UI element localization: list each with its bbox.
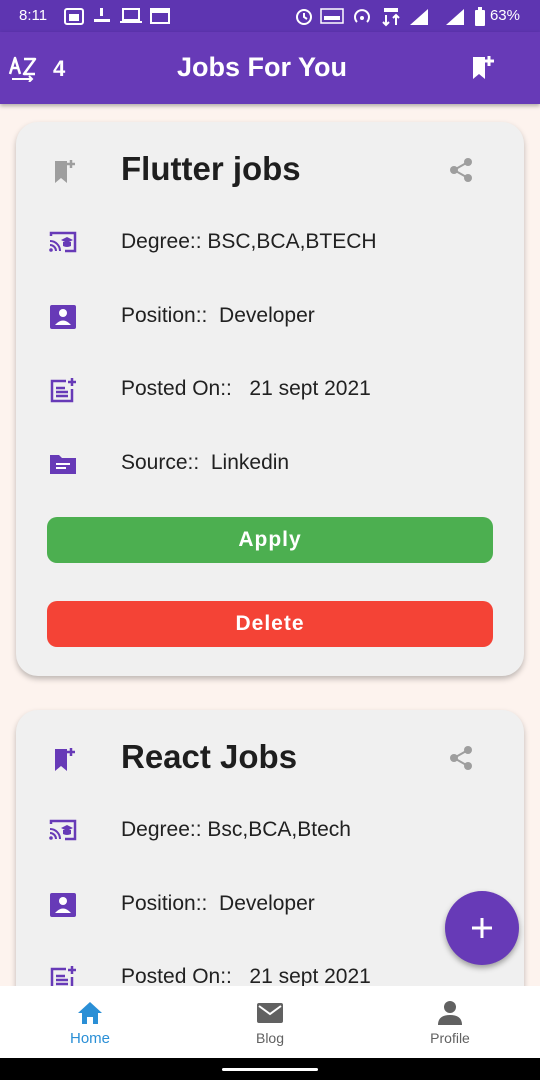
job-title: Flutter jobs: [121, 150, 301, 187]
4g-icon: [382, 8, 400, 27]
source-row: Source:: Linkedin: [16, 443, 524, 483]
nav-home-label: Home: [69, 1030, 110, 1047]
hotspot-icon: [354, 9, 370, 23]
cast-for-education-icon: [49, 819, 77, 841]
job-card: React Jobs Degree:: Bsc,BCA,Btech Positi…: [16, 710, 524, 986]
bookmark-add-icon[interactable]: [54, 746, 76, 772]
nav-blog-label: Blog: [255, 1030, 285, 1046]
job-title: React Jobs: [121, 738, 298, 775]
posted-on-label: Posted On:: 21 sept 2021: [121, 965, 371, 986]
nav-profile[interactable]: Profile: [360, 986, 540, 1058]
status-bar: 8:11 63%: [0, 0, 540, 32]
degree-label: Degree:: BSC,BCA,BTECH: [121, 230, 377, 253]
job-card: Flutter jobs Degree:: BSC,BCA,BTECH Posi…: [16, 122, 524, 676]
account-box-icon: [50, 893, 76, 917]
nav-home[interactable]: Home: [0, 986, 180, 1058]
share-icon[interactable]: [447, 744, 475, 772]
cast-for-education-icon: [49, 231, 77, 253]
post-add-icon: [50, 966, 76, 986]
app-bar: 4 Jobs For You: [0, 32, 540, 104]
account-box-icon: [50, 305, 76, 329]
mail-icon: [257, 1003, 283, 1023]
delete-button[interactable]: Delete: [47, 601, 493, 647]
battery-icon: [475, 7, 485, 26]
degree-row: Degree:: BSC,BCA,BTECH: [16, 222, 524, 262]
bottom-navigation: Home Blog Profile: [0, 986, 540, 1058]
posted-row: Posted On:: 21 sept 2021: [16, 957, 524, 986]
job-list[interactable]: Flutter jobs Degree:: BSC,BCA,BTECH Posi…: [0, 104, 540, 986]
system-nav-bar: [0, 1058, 540, 1080]
bookmark-add-icon[interactable]: [470, 54, 496, 82]
plus-icon: [472, 918, 492, 938]
person-icon: [438, 1001, 462, 1025]
window-icon: [150, 8, 170, 24]
add-job-button[interactable]: [445, 891, 519, 965]
signal-2-icon: [446, 9, 464, 25]
alarm-icon: [296, 9, 312, 25]
position-label: Position:: Developer: [121, 304, 315, 327]
home-icon: [78, 1002, 102, 1024]
share-icon[interactable]: [447, 156, 475, 184]
folder-icon: [50, 455, 76, 474]
post-add-icon: [50, 378, 76, 403]
bookmark-add-icon[interactable]: [54, 158, 76, 184]
posted-on-label: Posted On:: 21 sept 2021: [121, 377, 371, 400]
data-speed-icon: [94, 8, 110, 22]
laptop-icon: [120, 8, 142, 23]
position-row: Position:: Developer: [16, 296, 524, 336]
nav-blog[interactable]: Blog: [180, 986, 360, 1058]
degree-row: Degree:: Bsc,BCA,Btech: [16, 810, 524, 850]
position-label: Position:: Developer: [121, 892, 315, 915]
battery-level: 63%: [489, 7, 520, 24]
gesture-handle[interactable]: [222, 1068, 318, 1071]
posted-row: Posted On:: 21 sept 2021: [16, 369, 524, 409]
page-title: Jobs For You: [176, 52, 347, 82]
signal-icon: [410, 9, 428, 25]
status-time: 8:11: [19, 7, 48, 24]
volte-icon: [320, 8, 344, 24]
degree-label: Degree:: Bsc,BCA,Btech: [121, 818, 351, 841]
apply-button[interactable]: Apply: [47, 517, 493, 563]
source-label: Source:: Linkedin: [121, 451, 290, 474]
nav-profile-label: Profile: [430, 1030, 470, 1046]
calendar-icon: [64, 8, 84, 25]
